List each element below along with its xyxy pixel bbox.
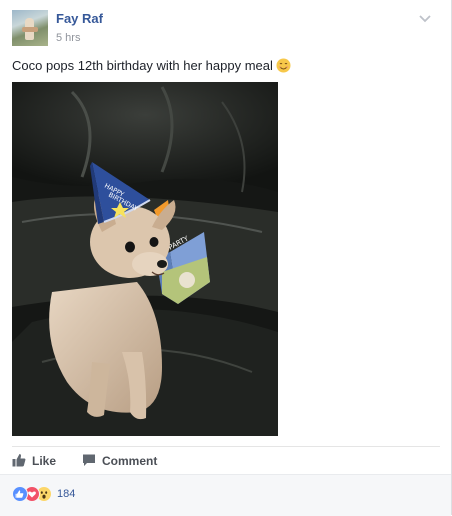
post-header: Fay Raf 5 hrs [12,10,432,50]
feed-post: Fay Raf 5 hrs Coco pops 12th birthday wi… [0,0,452,516]
comment-label: Comment [102,454,158,468]
thumbs-up-icon [12,453,32,470]
post-timestamp[interactable]: 5 hrs [56,32,80,44]
post-message: Coco pops 12th birthday with her happy m… [12,58,291,74]
avatar-figure-arms [22,27,38,32]
avatar[interactable] [12,10,48,46]
reactions-bar: 184 [0,474,451,516]
post-actions: Like Comment [12,449,440,473]
reactions-summary[interactable]: 184 [12,485,75,503]
speech-bubble-icon [82,453,102,470]
like-button[interactable]: Like [12,449,56,473]
post-photo[interactable]: PARTY HAPPY BIRTHDAY [12,82,278,436]
post-message-text: Coco pops 12th birthday with her happy m… [12,58,273,73]
comment-button[interactable]: Comment [82,449,157,473]
like-reaction-icon [12,486,28,502]
smiling-face-emoji-icon [276,58,291,73]
like-label: Like [32,454,57,468]
chevron-down-icon[interactable] [418,12,432,24]
reaction-count: 184 [57,488,76,500]
divider [12,446,440,447]
author-name[interactable]: Fay Raf [56,11,103,26]
